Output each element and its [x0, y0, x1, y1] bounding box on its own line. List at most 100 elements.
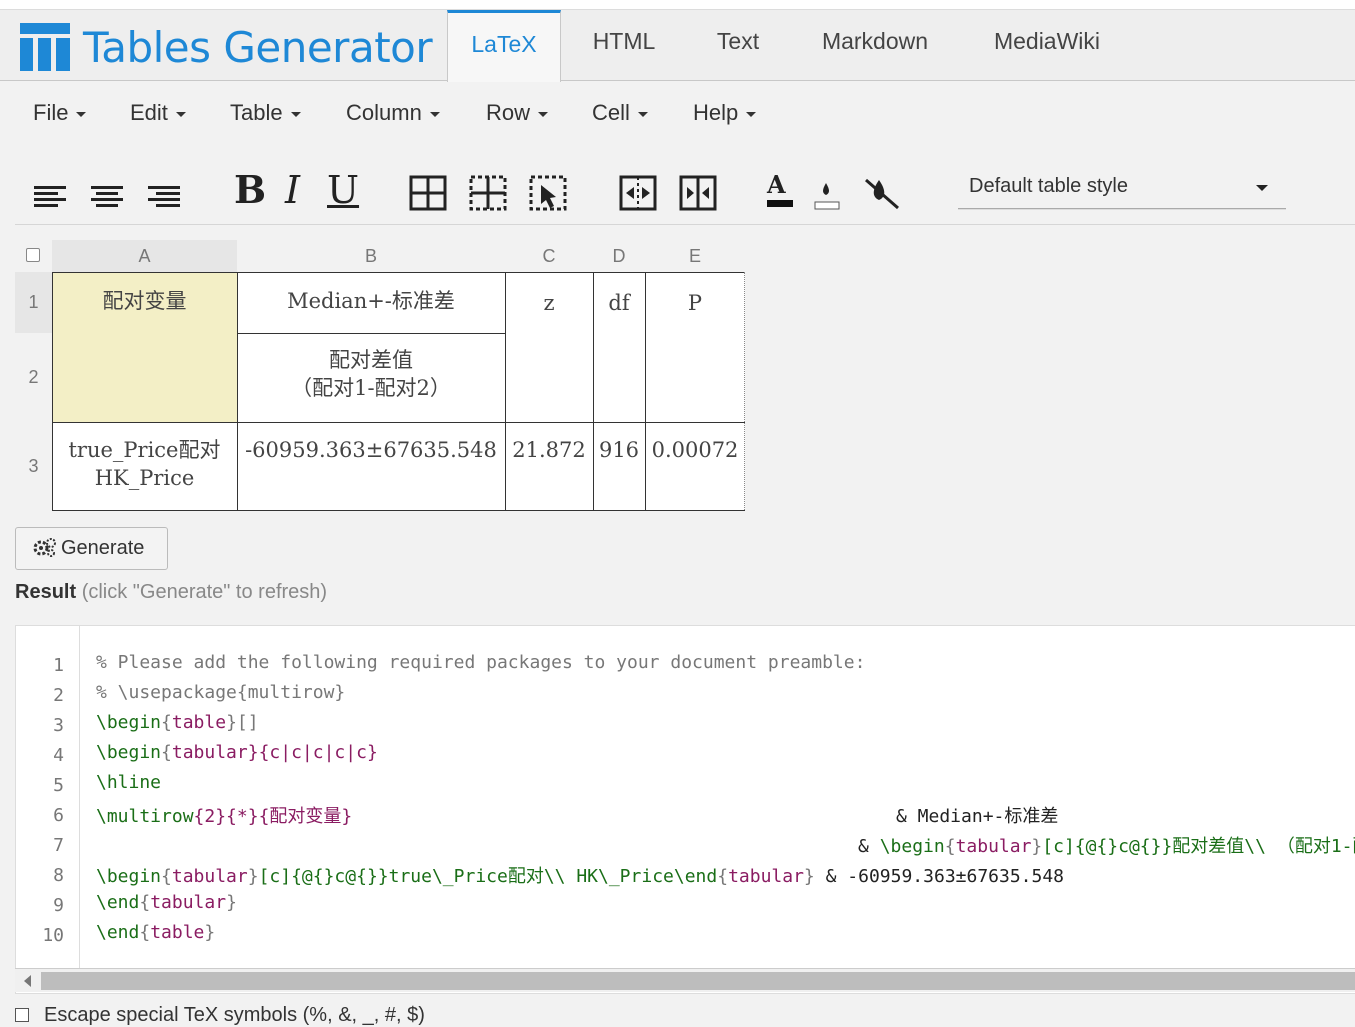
code-line-7: & \begin{tabular}[c]{@{}c@{}}配对差值\\ （配对1…: [858, 832, 1355, 858]
code-line-1: % Please add the following required pack…: [96, 652, 866, 673]
scroll-left-icon[interactable]: [24, 975, 31, 987]
column-header-e[interactable]: E: [645, 240, 745, 272]
cell-a3[interactable]: true_Price配对 HK_Price: [52, 422, 237, 510]
background-color-icon[interactable]: [808, 170, 848, 212]
menu-edit[interactable]: Edit: [130, 100, 186, 126]
code-line-2: % \usepackage{multirow}: [96, 682, 346, 703]
row-header-1[interactable]: 1: [15, 272, 52, 333]
align-right-icon[interactable]: [145, 170, 185, 212]
merge-cells-icon[interactable]: [618, 170, 658, 212]
line-number: 5: [53, 775, 64, 796]
code-line-6: \multirow{2}{*}{配对变量}: [96, 802, 352, 828]
table-border-mid: [52, 422, 745, 423]
cell-b2[interactable]: 配对差值 （配对1-配对2）: [237, 333, 505, 422]
select-cells-icon[interactable]: [528, 170, 568, 212]
cell-b2-line1: 配对差值: [329, 348, 413, 372]
cell-c1[interactable]: z: [505, 272, 593, 422]
menu-help[interactable]: Help: [693, 100, 757, 126]
result-hint: (click "Generate" to refresh): [81, 581, 328, 603]
column-header-c[interactable]: C: [505, 240, 593, 272]
code-token: & -60959.363±67635.548: [825, 866, 1065, 887]
inner-borders-icon[interactable]: [468, 170, 508, 212]
table-border-top: [52, 272, 745, 273]
tab-text[interactable]: Text: [697, 10, 779, 81]
line-number: 2: [53, 685, 64, 706]
cell-d3[interactable]: 916: [593, 422, 645, 510]
bold-button[interactable]: B: [234, 168, 266, 212]
align-left-icon[interactable]: [31, 170, 71, 212]
escape-symbols-label: Escape special TeX symbols (%, &, _, #, …: [44, 1004, 425, 1026]
code-token: \begin: [96, 712, 162, 733]
code-token: \begin: [879, 836, 945, 857]
cell-b1[interactable]: Median+-标准差: [237, 272, 505, 333]
cell-a1[interactable]: 配对变量: [52, 272, 237, 422]
align-center-icon[interactable]: [88, 170, 128, 212]
menu-column[interactable]: Column: [346, 100, 440, 126]
code-token: &: [858, 836, 880, 857]
column-header-b[interactable]: B: [237, 240, 505, 272]
column-header-d[interactable]: D: [593, 240, 645, 272]
code-token: }[]: [226, 712, 259, 733]
code-token: \multirow: [96, 806, 194, 827]
caret-down-icon: [538, 111, 549, 117]
code-line-6-tail: & Median+-标准差: [896, 806, 1059, 827]
line-number: 8: [53, 865, 64, 886]
scrollbar-thumb[interactable]: [41, 972, 1355, 990]
clear-color-icon[interactable]: [862, 170, 902, 212]
code-token: [c]{@{}c@{}}true\_Price配对\\ HK\_Price\en…: [258, 866, 718, 887]
code-token: tabular: [171, 742, 248, 763]
tab-mediawiki[interactable]: MediaWiki: [977, 10, 1117, 81]
row-header-3[interactable]: 3: [15, 422, 52, 510]
table-style-select[interactable]: Default table style: [958, 168, 1286, 209]
split-cells-icon[interactable]: [678, 170, 718, 212]
table-border-b1-b2: [237, 333, 505, 334]
text-color-label: A: [767, 170, 786, 199]
result-title: Result: [15, 581, 77, 603]
logo-icon[interactable]: [20, 23, 72, 71]
menu-table[interactable]: Table: [230, 100, 301, 126]
line-number: 1: [53, 655, 64, 676]
generate-button[interactable]: Generate: [15, 527, 168, 570]
text-color-button[interactable]: A: [767, 170, 793, 207]
all-borders-icon[interactable]: [408, 170, 448, 212]
code-token: }{c|c|c|c|c}: [247, 742, 378, 763]
horizontal-scrollbar[interactable]: [15, 968, 1355, 992]
menu-row[interactable]: Row: [486, 100, 549, 126]
code-output[interactable]: 1 2 3 4 5 6 7 8 9 10 % Please add the fo…: [15, 625, 1355, 994]
escape-symbols-checkbox[interactable]: [15, 1008, 29, 1022]
cell-d1[interactable]: df: [593, 272, 645, 422]
code-token: \begin: [96, 866, 162, 887]
menu-help-label: Help: [693, 100, 739, 125]
line-number: 4: [53, 745, 64, 766]
italic-button[interactable]: I: [285, 168, 300, 212]
code-token: table: [171, 712, 227, 733]
table-border-right: [744, 272, 745, 510]
cell-c3[interactable]: 21.872: [505, 422, 593, 510]
column-header-a[interactable]: A: [52, 240, 237, 272]
app-header: Tables Generator: [0, 10, 1355, 81]
tab-markdown[interactable]: Markdown: [807, 10, 943, 81]
line-number: 10: [42, 925, 64, 946]
tab-html[interactable]: HTML: [571, 10, 677, 81]
menu-cell[interactable]: Cell: [592, 100, 648, 126]
generate-label: Generate: [61, 537, 145, 559]
cell-a3-line1: true_Price配对: [68, 438, 221, 462]
menu-row-label: Row: [486, 100, 531, 125]
tab-latex[interactable]: LaTeX: [447, 10, 561, 82]
select-all-checkbox[interactable]: [26, 248, 40, 262]
menu-file[interactable]: File: [33, 100, 87, 126]
code-line-5: \hline: [96, 772, 162, 793]
cell-b3[interactable]: -60959.363±67635.548: [237, 422, 505, 510]
code-token: table: [150, 922, 205, 943]
text-color-swatch: [767, 200, 793, 207]
dropdown-caret-icon: [1256, 185, 1268, 191]
code-token: tabular: [150, 892, 227, 913]
app-title[interactable]: Tables Generator: [83, 23, 433, 72]
table-border-left: [52, 272, 53, 510]
cell-e3[interactable]: 0.00072: [645, 422, 745, 510]
cell-e1[interactable]: P: [645, 272, 745, 422]
code-line-4: \begin{tabular}{c|c|c|c|c}: [96, 742, 378, 763]
code-token: \end: [96, 922, 140, 943]
underline-button[interactable]: U: [327, 168, 359, 212]
row-header-2[interactable]: 2: [15, 333, 52, 422]
